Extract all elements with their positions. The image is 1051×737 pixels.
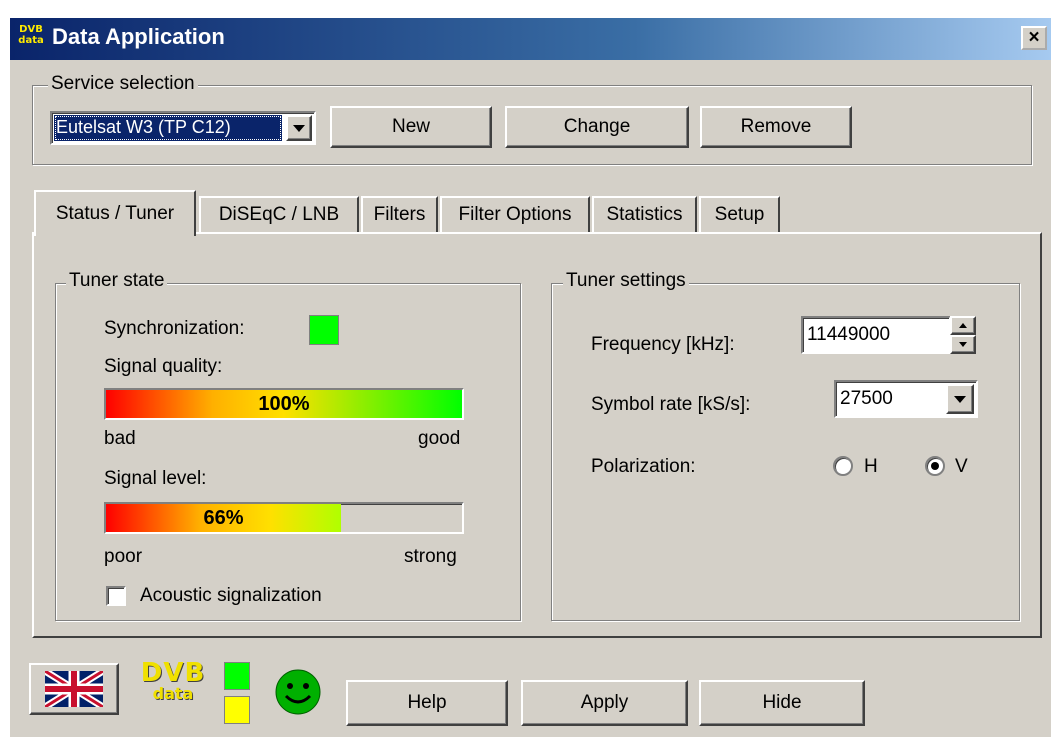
tuner-state-label: Tuner state	[66, 270, 168, 292]
signal-quality-low-label: bad	[104, 428, 136, 449]
tuner-settings-label: Tuner settings	[563, 270, 689, 292]
service-selection-label: Service selection	[48, 73, 198, 95]
help-button-label: Help	[407, 692, 447, 713]
tab-statistics-label: Statistics	[606, 204, 683, 225]
new-button-label: New	[391, 116, 430, 137]
dvb-logo-bottom: data	[152, 684, 194, 703]
dvb-data-logo: DVB data	[138, 660, 208, 708]
signal-level-high-label: strong	[404, 546, 457, 567]
status-led-yellow	[224, 696, 250, 724]
signal-quality-value: 100%	[258, 393, 310, 415]
tab-statistics[interactable]: Statistics	[592, 196, 697, 232]
apply-button-label: Apply	[580, 692, 629, 713]
remove-button-label: Remove	[740, 116, 812, 137]
change-button[interactable]: Change	[505, 106, 689, 148]
hide-button-label: Hide	[762, 692, 802, 713]
language-button[interactable]	[29, 663, 119, 715]
service-select-highlight: Eutelsat W3 (TP C12)	[54, 115, 282, 141]
spin-up-icon	[959, 323, 967, 328]
help-button[interactable]: Help	[346, 680, 508, 726]
tab-filters[interactable]: Filters	[361, 196, 438, 232]
acoustic-label: Acoustic signalization	[140, 585, 322, 606]
new-button[interactable]: New	[330, 106, 492, 148]
signal-level-bar: 66%	[104, 502, 464, 534]
signal-level-label: Signal level:	[104, 468, 207, 489]
frequency-value: 11449000	[807, 324, 891, 345]
symbol-rate-select[interactable]: 27500	[834, 380, 978, 418]
frequency-label: Frequency [kHz]:	[591, 334, 735, 355]
tab-status-tuner-label: Status / Tuner	[55, 203, 175, 224]
smiley-icon	[275, 669, 321, 715]
polarization-h-label: H	[864, 456, 878, 477]
frequency-input[interactable]: 11449000	[801, 316, 951, 354]
polarization-v-label: V	[955, 456, 968, 477]
signal-level-low-label: poor	[104, 546, 143, 567]
signal-quality-label: Signal quality:	[104, 356, 223, 377]
uk-flag-icon	[45, 671, 103, 707]
symbol-rate-dropdown-button[interactable]	[946, 384, 974, 414]
service-select-value: Eutelsat W3 (TP C12)	[56, 117, 231, 137]
spin-down-icon	[959, 342, 967, 347]
window-title: Data Application	[52, 24, 225, 49]
remove-button[interactable]: Remove	[700, 106, 852, 148]
tab-filter-options[interactable]: Filter Options	[440, 196, 590, 232]
dvb-logo-top: DVB	[140, 658, 206, 688]
apply-button[interactable]: Apply	[521, 680, 688, 726]
tab-diseqc-lnb[interactable]: DiSEqC / LNB	[199, 196, 359, 232]
sync-indicator	[309, 315, 339, 345]
service-select[interactable]: Eutelsat W3 (TP C12)	[50, 111, 316, 145]
service-dropdown-button[interactable]	[286, 115, 312, 141]
frequency-spin-down[interactable]	[950, 335, 976, 354]
polarization-v-radio[interactable]	[925, 456, 945, 476]
tab-setup-label: Setup	[714, 204, 765, 225]
polarization-h-radio[interactable]	[833, 456, 853, 476]
frequency-spin-up[interactable]	[950, 316, 976, 335]
polarization-label: Polarization:	[591, 456, 696, 477]
acoustic-checkbox[interactable]	[106, 586, 126, 606]
signal-quality-bar: 100%	[104, 388, 464, 420]
symbol-rate-label: Symbol rate [kS/s]:	[591, 394, 751, 415]
chevron-down-icon	[293, 124, 305, 132]
tab-setup[interactable]: Setup	[699, 196, 780, 232]
tab-status-tuner[interactable]: Status / Tuner	[34, 190, 196, 236]
close-button[interactable]: ×	[1021, 26, 1047, 50]
tab-filters-label: Filters	[373, 204, 426, 225]
signal-level-value: 66%	[203, 507, 244, 529]
signal-quality-high-label: good	[418, 428, 461, 449]
radio-selected-dot	[931, 462, 939, 470]
chevron-down-icon	[954, 395, 966, 403]
symbol-rate-value: 27500	[840, 388, 893, 409]
tab-diseqc-lnb-label: DiSEqC / LNB	[218, 204, 340, 225]
tab-filter-options-label: Filter Options	[458, 204, 572, 225]
hide-button[interactable]: Hide	[699, 680, 865, 726]
status-led-green	[224, 662, 250, 690]
change-button-label: Change	[563, 116, 631, 137]
synchronization-label: Synchronization:	[104, 318, 245, 339]
app-icon: DVB data	[18, 24, 44, 46]
